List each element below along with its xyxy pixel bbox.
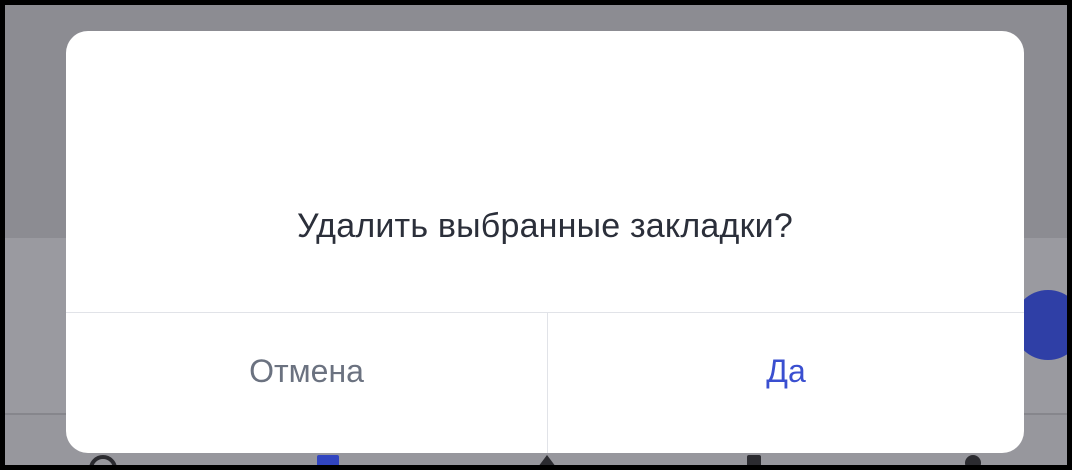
- app-screen: Удалить выбранные закладки? Отмена Да: [5, 5, 1067, 465]
- bookmark-icon: [317, 455, 339, 465]
- confirm-button[interactable]: Да: [548, 313, 1024, 453]
- profile-icon: [965, 455, 981, 465]
- document-icon: [747, 455, 761, 465]
- home-icon: [535, 455, 559, 465]
- cancel-button-label: Отмена: [249, 352, 364, 389]
- confirm-delete-dialog: Удалить выбранные закладки? Отмена Да: [66, 31, 1024, 453]
- cancel-button[interactable]: Отмена: [66, 313, 547, 453]
- confirm-button-label: Да: [766, 352, 806, 389]
- dialog-message: Удалить выбранные закладки?: [297, 207, 793, 245]
